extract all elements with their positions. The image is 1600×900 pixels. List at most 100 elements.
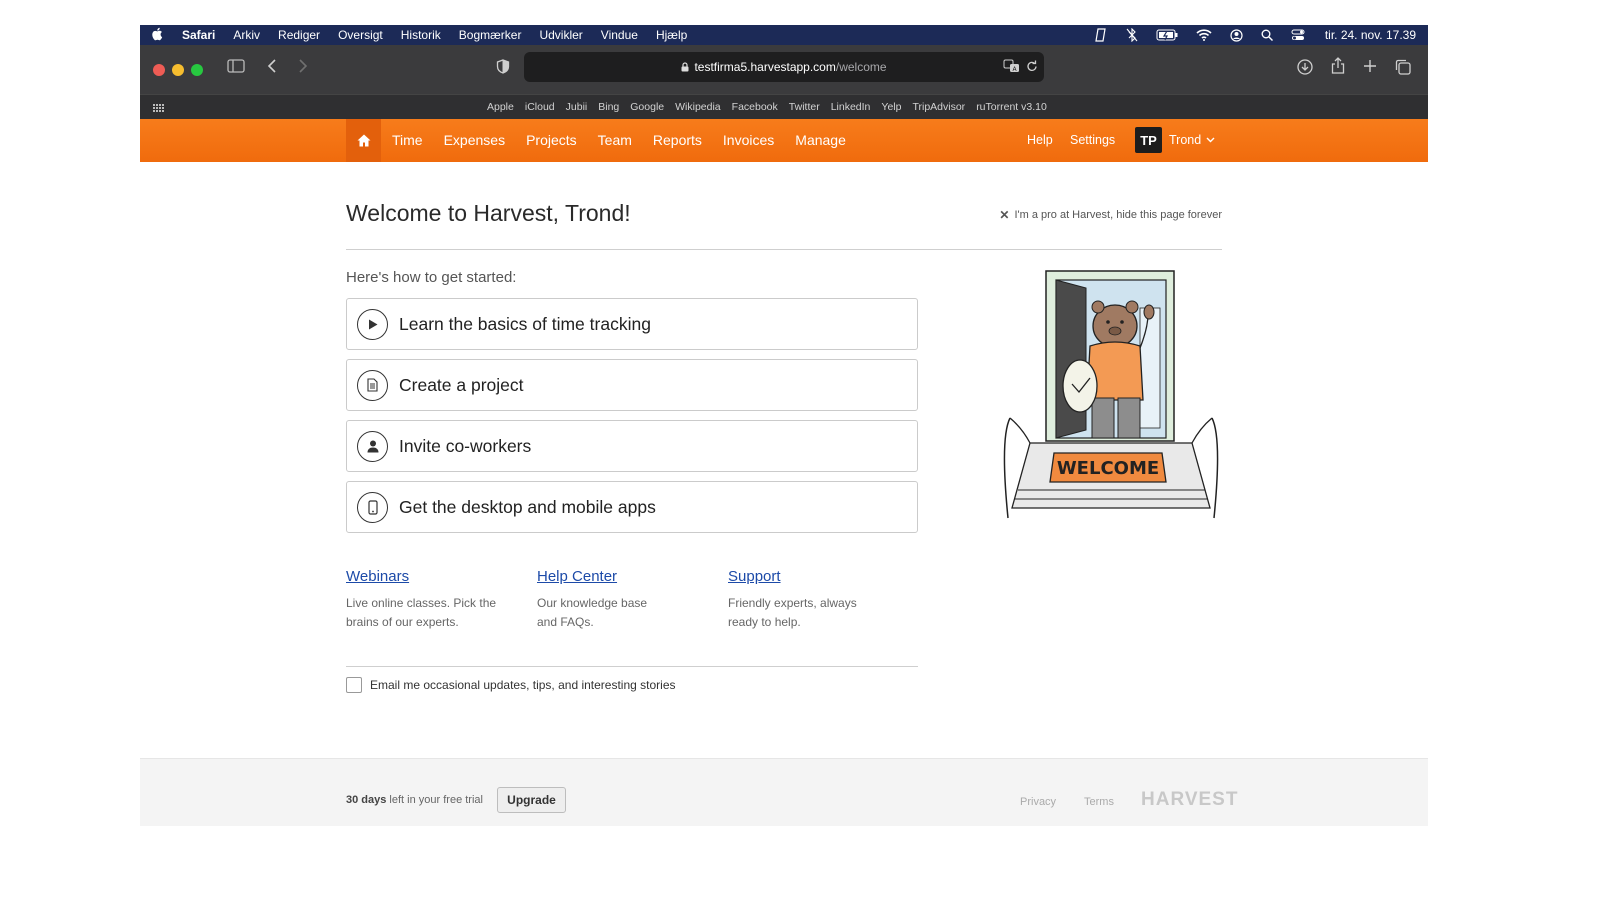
- nav-help[interactable]: Help: [1027, 133, 1053, 147]
- help-center-link[interactable]: Help Center: [537, 568, 617, 585]
- avatar[interactable]: TP: [1135, 127, 1162, 153]
- url-host: testfirma5.harvestapp.com: [694, 60, 836, 74]
- menu-rediger[interactable]: Rediger: [278, 28, 320, 42]
- back-arrow-icon[interactable]: [267, 59, 277, 73]
- favorite-rutorrent[interactable]: ruTorrent v3.10: [976, 101, 1047, 113]
- harvest-logo: HARVEST: [1141, 789, 1239, 810]
- phone-icon: [357, 491, 388, 523]
- favorite-google[interactable]: Google: [630, 101, 664, 113]
- script-icon[interactable]: [1094, 28, 1108, 42]
- page-title: Welcome to Harvest, Trond!: [346, 200, 631, 226]
- share-icon[interactable]: [1331, 57, 1345, 74]
- home-button[interactable]: [346, 119, 381, 162]
- nav-time[interactable]: Time: [392, 132, 423, 148]
- trial-text: left in your free trial: [386, 794, 483, 806]
- resource-webinars: Webinars Live online classes. Pick the b…: [346, 568, 537, 632]
- favorite-twitter[interactable]: Twitter: [789, 101, 820, 113]
- webinars-link[interactable]: Webinars: [346, 568, 409, 585]
- favorites-bar: Apple iCloud Jubii Bing Google Wikipedia…: [140, 94, 1428, 119]
- favorite-tripadvisor[interactable]: TripAdvisor: [912, 101, 965, 113]
- wifi-icon[interactable]: [1196, 29, 1212, 41]
- trial-days: 30 days: [346, 794, 387, 806]
- close-window-button[interactable]: [153, 63, 165, 76]
- divider: [346, 249, 1222, 250]
- getting-started-steps: Learn the basics of time tracking Create…: [346, 298, 918, 542]
- resource-help-center: Help Center Our knowledge base and FAQs.: [537, 568, 728, 632]
- browser-window: Safari Arkiv Rediger Oversigt Historik B…: [140, 25, 1428, 826]
- favorite-bing[interactable]: Bing: [598, 101, 619, 113]
- step-create-project[interactable]: Create a project: [346, 359, 918, 411]
- menu-historik[interactable]: Historik: [401, 28, 441, 42]
- step-invite-coworkers[interactable]: Invite co-workers: [346, 420, 918, 472]
- chevron-down-icon: [1206, 137, 1215, 143]
- favorite-linkedin[interactable]: LinkedIn: [831, 101, 871, 113]
- nav-settings[interactable]: Settings: [1070, 133, 1115, 147]
- menubar-clock[interactable]: tir. 24. nov. 17.39: [1325, 28, 1416, 42]
- favorite-apple[interactable]: Apple: [487, 101, 514, 113]
- favorite-yelp[interactable]: Yelp: [881, 101, 901, 113]
- zoom-window-button[interactable]: [191, 63, 203, 76]
- resource-support: Support Friendly experts, always ready t…: [728, 568, 919, 632]
- nav-expenses[interactable]: Expenses: [444, 132, 505, 148]
- translate-icon[interactable]: A: [1003, 59, 1020, 73]
- home-icon: [357, 134, 370, 147]
- trial-status: 30 days left in your free trial: [346, 794, 483, 806]
- apple-icon[interactable]: [152, 27, 164, 44]
- support-description: Friendly experts, always ready to help.: [728, 596, 857, 629]
- user-account-icon[interactable]: [1230, 28, 1243, 42]
- terms-link[interactable]: Terms: [1084, 796, 1114, 808]
- forward-arrow-icon[interactable]: [298, 59, 308, 73]
- nav-manage[interactable]: Manage: [795, 132, 846, 148]
- nav-invoices[interactable]: Invoices: [723, 132, 774, 148]
- favorite-facebook[interactable]: Facebook: [732, 101, 778, 113]
- menu-app-name[interactable]: Safari: [182, 28, 215, 42]
- user-menu[interactable]: Trond: [1169, 133, 1215, 147]
- step-label: Invite co-workers: [399, 435, 532, 456]
- favorite-jubii[interactable]: Jubii: [566, 101, 588, 113]
- hide-welcome-link[interactable]: ✕ I'm a pro at Harvest, hide this page f…: [999, 208, 1222, 222]
- document-icon: [357, 369, 388, 401]
- footer: 30 days left in your free trial Upgrade …: [140, 758, 1428, 826]
- close-icon: ✕: [999, 208, 1010, 222]
- reload-icon[interactable]: [1026, 59, 1038, 73]
- upgrade-button[interactable]: Upgrade: [497, 787, 566, 813]
- menu-vindue[interactable]: Vindue: [601, 28, 638, 42]
- privacy-shield-icon[interactable]: [496, 59, 510, 74]
- sidebar-toggle-icon[interactable]: [227, 59, 245, 73]
- step-get-apps[interactable]: Get the desktop and mobile apps: [346, 481, 918, 533]
- harvest-nav-bar: Time Expenses Projects Team Reports Invo…: [140, 119, 1428, 162]
- new-tab-icon[interactable]: [1363, 59, 1377, 73]
- email-updates-label[interactable]: Email me occasional updates, tips, and i…: [370, 678, 676, 692]
- minimize-window-button[interactable]: [172, 63, 184, 76]
- nav-reports[interactable]: Reports: [653, 132, 702, 148]
- favorites-grid-icon[interactable]: [153, 103, 165, 115]
- menu-oversigt[interactable]: Oversigt: [338, 28, 383, 42]
- welcome-content: Welcome to Harvest, Trond! ✕ I'm a pro a…: [140, 162, 1428, 758]
- support-link[interactable]: Support: [728, 568, 781, 585]
- spotlight-search-icon[interactable]: [1261, 29, 1273, 41]
- step-learn-time-tracking[interactable]: Learn the basics of time tracking: [346, 298, 918, 350]
- nav-team[interactable]: Team: [598, 132, 632, 148]
- play-icon: [357, 308, 388, 340]
- menu-hjaelp[interactable]: Hjælp: [656, 28, 687, 42]
- battery-icon[interactable]: [1156, 29, 1178, 41]
- email-updates-checkbox[interactable]: [346, 677, 362, 693]
- doormat-text: WELCOME: [1057, 458, 1159, 479]
- safari-toolbar: testfirma5.harvestapp.com/welcome A: [140, 45, 1428, 94]
- bluetooth-off-icon[interactable]: [1126, 28, 1138, 42]
- help-center-description: Our knowledge base and FAQs.: [537, 596, 648, 629]
- favorite-icloud[interactable]: iCloud: [525, 101, 555, 113]
- getting-started-heading: Here's how to get started:: [346, 269, 517, 286]
- nav-projects[interactable]: Projects: [526, 132, 577, 148]
- downloads-icon[interactable]: [1297, 59, 1313, 75]
- menu-bogmaerker[interactable]: Bogmærker: [459, 28, 522, 42]
- welcome-illustration: WELCOME: [1003, 270, 1219, 519]
- menu-udvikler[interactable]: Udvikler: [539, 28, 582, 42]
- menu-arkiv[interactable]: Arkiv: [233, 28, 260, 42]
- tab-overview-icon[interactable]: [1395, 59, 1411, 75]
- control-center-icon[interactable]: [1291, 29, 1305, 41]
- privacy-link[interactable]: Privacy: [1020, 796, 1056, 808]
- resource-links: Webinars Live online classes. Pick the b…: [346, 568, 919, 632]
- address-bar[interactable]: testfirma5.harvestapp.com/welcome A: [524, 52, 1044, 82]
- favorite-wikipedia[interactable]: Wikipedia: [675, 101, 721, 113]
